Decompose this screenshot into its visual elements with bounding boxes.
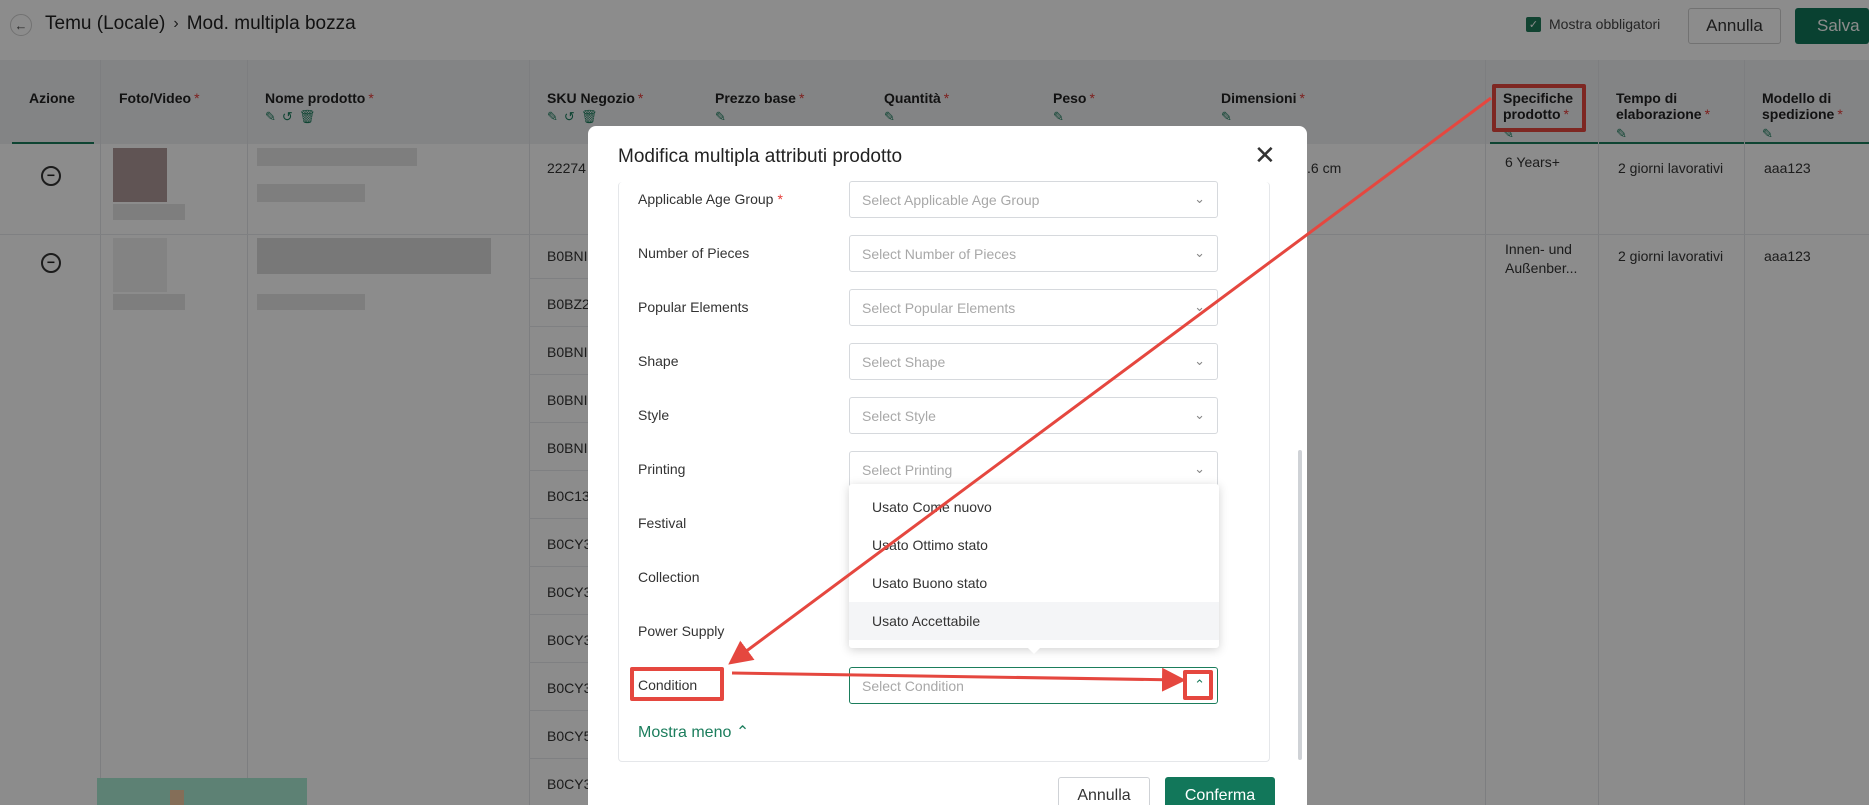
modal-title: Modifica multipla attributi prodotto	[618, 146, 903, 167]
chevron-up-icon: ⌃	[735, 724, 750, 741]
select-placeholder: Select Number of Pieces	[862, 246, 1017, 262]
popular-elements-select[interactable]: Select Popular Elements ⌄	[849, 289, 1218, 326]
chevron-down-icon: ⌄	[1194, 407, 1205, 422]
close-icon[interactable]: ✕	[1254, 142, 1276, 168]
field-label-style: Style	[638, 407, 670, 423]
select-placeholder: Select Style	[862, 408, 936, 424]
modal-cancel-button[interactable]: Annulla	[1058, 777, 1150, 805]
bulk-edit-modal: Modifica multipla attributi prodotto ✕ A…	[588, 126, 1307, 805]
dropdown-option[interactable]: Usato Come nuovo	[849, 488, 1219, 526]
chevron-down-icon: ⌄	[1194, 245, 1205, 260]
printing-select[interactable]: Select Printing ⌄	[849, 451, 1218, 488]
age-group-select[interactable]: Select Applicable Age Group ⌄	[849, 181, 1218, 218]
chevron-down-icon: ⌄	[1194, 191, 1205, 206]
annotation-highlight-chevron	[1183, 670, 1213, 700]
field-label-shape: Shape	[638, 353, 679, 369]
select-placeholder: Select Condition	[862, 678, 964, 694]
chevron-down-icon: ⌄	[1194, 353, 1205, 368]
field-label-festival: Festival	[638, 515, 687, 531]
style-select[interactable]: Select Style ⌄	[849, 397, 1218, 434]
show-less-link[interactable]: Mostra meno ⌃	[638, 722, 749, 742]
select-placeholder: Select Applicable Age Group	[862, 192, 1040, 208]
dropdown-option[interactable]: Usato Ottimo stato	[849, 526, 1219, 564]
annotation-highlight-condition-label	[630, 667, 724, 701]
shape-select[interactable]: Select Shape ⌄	[849, 343, 1218, 380]
field-label-age-group: Applicable Age Group *	[638, 191, 783, 207]
select-placeholder: Select Popular Elements	[862, 300, 1016, 316]
condition-select[interactable]: Select Condition ⌃	[849, 667, 1218, 704]
chevron-down-icon: ⌄	[1194, 461, 1205, 476]
field-label-collection: Collection	[638, 569, 700, 585]
field-label-power-supply: Power Supply	[638, 623, 725, 639]
field-label-popular: Popular Elements	[638, 299, 749, 315]
modal-scrollbar[interactable]	[1298, 186, 1302, 760]
field-label-pieces: Number of Pieces	[638, 245, 750, 261]
select-placeholder: Select Printing	[862, 462, 953, 478]
modal-confirm-button[interactable]: Conferma	[1165, 777, 1275, 805]
select-placeholder: Select Shape	[862, 354, 946, 370]
condition-dropdown: Usato Come nuovo Usato Ottimo stato Usat…	[849, 484, 1219, 648]
pieces-select[interactable]: Select Number of Pieces ⌄	[849, 235, 1218, 272]
field-label-printing: Printing	[638, 461, 686, 477]
scrollbar-thumb[interactable]	[1298, 450, 1302, 760]
dropdown-option-hovered[interactable]: Usato Accettabile	[849, 602, 1219, 640]
dropdown-pointer	[1027, 647, 1041, 654]
dropdown-option[interactable]: Usato Buono stato	[849, 564, 1219, 602]
chevron-down-icon: ⌄	[1194, 299, 1205, 314]
